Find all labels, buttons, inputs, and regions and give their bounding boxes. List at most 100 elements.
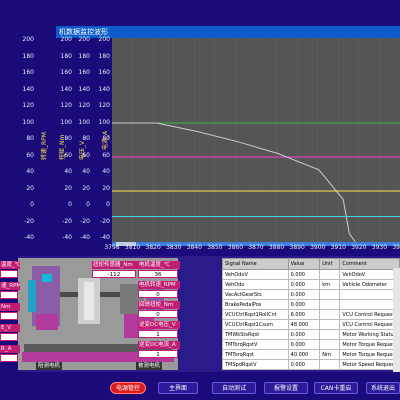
x-tick-label: 3920 bbox=[351, 244, 367, 251]
y-tick-label: 200 bbox=[60, 36, 72, 43]
table-vertical-scrollbar[interactable] bbox=[393, 268, 400, 372]
table-cell bbox=[319, 299, 341, 310]
table-row[interactable]: VCUCtrlRqst1Csum 48.000 VCU Control Reques… bbox=[222, 319, 400, 330]
x-tick-label: 3830 bbox=[166, 244, 182, 251]
y-tick-label: -20 bbox=[62, 217, 72, 225]
y-tick-label: 120 bbox=[22, 102, 34, 109]
x-tick-label: 3870 bbox=[248, 244, 264, 251]
table-row[interactable]: VacActGearSts 0.000 bbox=[222, 289, 400, 300]
table-cell: 40.000 bbox=[287, 349, 321, 360]
table-row[interactable]: VehOdoV 0.000 VehOdoV bbox=[222, 269, 400, 280]
y-tick-label: 180 bbox=[60, 52, 72, 60]
table-cell: km bbox=[319, 279, 341, 290]
x-tick-label: 3900 bbox=[310, 244, 326, 251]
sensor-label: 扭矩传感器_Nm bbox=[92, 261, 138, 269]
table-row[interactable]: TMTorqRqst 40.000 Nm Motor Torque Request bbox=[222, 349, 400, 360]
table-cell: Nm bbox=[319, 349, 341, 360]
y-tick-label: 100 bbox=[60, 118, 72, 126]
table-row[interactable]: VCUCtrlRqst1RollCnt 6.000 VCU Control Requ… bbox=[222, 309, 400, 320]
caption-test-motor: 被测电机 bbox=[136, 362, 163, 370]
sensor-value bbox=[0, 291, 18, 299]
x-tick-label: 3860 bbox=[227, 244, 244, 251]
y-tick-label: 160 bbox=[22, 69, 34, 76]
table-cell: VCUCtrlRqst1Csum bbox=[222, 319, 289, 330]
table-cell: TMTorqRqstV bbox=[222, 339, 289, 350]
table-cell: Motor Working Status bbox=[339, 329, 400, 340]
y-tick-label: 0 bbox=[106, 201, 110, 208]
header-unit[interactable]: Unit bbox=[319, 258, 341, 270]
header-value[interactable]: Value bbox=[287, 258, 321, 270]
table-cell: VehOdo bbox=[222, 279, 289, 290]
signal-table: Signal Name Value Unit Comment VehOdoV 0.… bbox=[222, 258, 400, 370]
sensor-label: 速_RPM bbox=[0, 282, 20, 290]
header-comment[interactable]: Comment bbox=[339, 258, 400, 270]
table-row[interactable]: TMTorqRqstV 0.000 Motor Torque Request bbox=[222, 339, 400, 350]
y-tick-label: 200 bbox=[98, 36, 110, 43]
table-row[interactable]: VehOdo 0.000 km Vehicle Odometer bbox=[222, 279, 400, 290]
table-cell: Motor Torque Request bbox=[339, 339, 400, 350]
x-tick-label: 3940 bbox=[392, 244, 400, 251]
power-control-button[interactable]: 电源管控 bbox=[110, 382, 146, 394]
sensor-label: 电机转速_RPM bbox=[138, 281, 180, 289]
sensor-value: 0 bbox=[138, 290, 178, 298]
y-tick-label: 140 bbox=[78, 85, 90, 93]
header-signal-name[interactable]: Signal Name bbox=[222, 258, 289, 270]
table-cell: 0.000 bbox=[287, 269, 321, 280]
x-tick-label: 3840 bbox=[186, 244, 202, 251]
sensor-label: 温度_℃ bbox=[0, 261, 20, 269]
table-cell bbox=[319, 359, 341, 370]
y-tick-label: 120 bbox=[78, 102, 90, 109]
y-tick-label: 140 bbox=[22, 85, 34, 93]
y-tick-label: 200 bbox=[22, 36, 34, 43]
x-tick-label: 3880 bbox=[268, 244, 285, 251]
y-tick-label: 180 bbox=[78, 52, 90, 60]
table-cell: TMWkStsRqst bbox=[222, 329, 289, 340]
y-tick-label: 20 bbox=[102, 184, 110, 192]
x-tick-label: 3798 bbox=[104, 244, 120, 251]
y-tick-label: 60 bbox=[102, 151, 110, 159]
sensor-label: 逆变DC电压_V bbox=[138, 321, 180, 329]
table-cell: VehOdoV bbox=[339, 269, 400, 280]
table-cell: Vehicle Odometer bbox=[339, 279, 400, 290]
sensor-value: -112 bbox=[92, 270, 136, 278]
table-cell: VehOdoV bbox=[222, 269, 289, 280]
system-exit-button[interactable]: 系统退出 bbox=[366, 382, 400, 394]
sensor-value bbox=[0, 354, 18, 362]
sensor-value: 1 bbox=[138, 330, 178, 338]
table-row[interactable]: TMWkStsRqst 0.000 Motor Working Status bbox=[222, 329, 400, 340]
waveform-plot[interactable] bbox=[111, 38, 400, 243]
table-cell: 0.000 bbox=[287, 299, 321, 310]
table-cell: VCUCtrlRqst1RollCnt bbox=[222, 309, 289, 320]
table-cell bbox=[319, 269, 341, 280]
y-tick-label: 60 bbox=[26, 151, 34, 159]
sensor-value: 36 bbox=[138, 270, 178, 278]
y-axis-title: 电流_A bbox=[102, 130, 109, 150]
y-tick-label: 160 bbox=[78, 69, 90, 76]
y-tick-label: 100 bbox=[98, 118, 110, 126]
y-tick-label: -20 bbox=[80, 217, 90, 225]
x-tick-label: 3890 bbox=[289, 244, 305, 251]
table-row[interactable]: TMSpdRqstV 0.000 Motor Speed Request bbox=[222, 359, 400, 370]
table-cell: 0.000 bbox=[287, 279, 321, 290]
sensor-label: 电机温度_℃ bbox=[138, 261, 180, 269]
main-screen-button[interactable]: 主界面 bbox=[158, 382, 198, 394]
table-cell: VacActGearSts bbox=[222, 289, 289, 300]
waveform-svg bbox=[111, 38, 400, 243]
can-card-restart-button[interactable]: CAN卡重启 bbox=[314, 382, 358, 394]
table-row[interactable]: BrakePedalPos 0.000 bbox=[222, 299, 400, 310]
y-tick-label: 0 bbox=[68, 201, 72, 208]
table-cell: Motor Speed Request bbox=[339, 359, 400, 370]
table-cell bbox=[319, 309, 341, 320]
y-tick-label: 40 bbox=[64, 168, 72, 175]
table-cell bbox=[339, 299, 400, 310]
table-cell: 0.000 bbox=[287, 329, 321, 340]
y-tick-label: -20 bbox=[100, 217, 110, 225]
auto-test-button[interactable]: 自动测试 bbox=[212, 382, 256, 394]
alarm-settings-button[interactable]: 报警设置 bbox=[264, 382, 308, 394]
sensor-label: 逆变DC电流_A bbox=[138, 341, 180, 349]
y-tick-label: 140 bbox=[98, 85, 110, 93]
y-tick-label: 160 bbox=[60, 69, 72, 76]
sensor-label: E_V bbox=[0, 324, 20, 332]
y-tick-label: 120 bbox=[98, 102, 110, 109]
table-cell: VCU Control Request_ bbox=[339, 309, 400, 320]
